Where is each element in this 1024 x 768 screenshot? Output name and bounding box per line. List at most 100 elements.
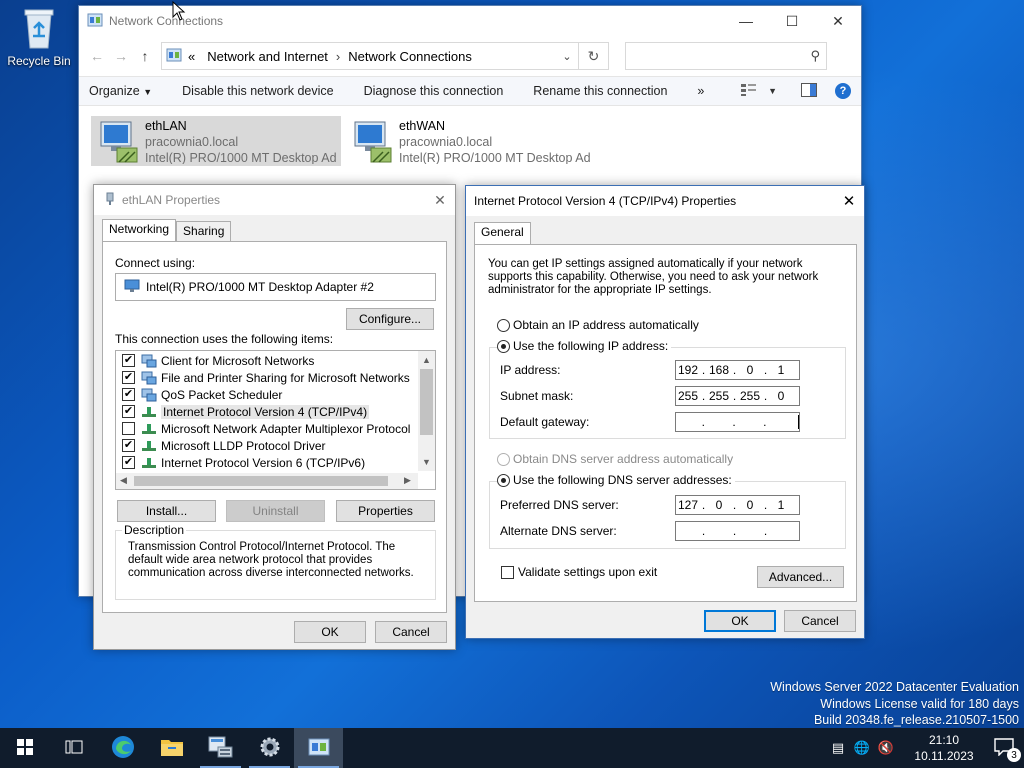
list-item[interactable]: ✔ Client for Microsoft Networks [122,352,314,369]
preview-pane-icon[interactable] [801,82,817,100]
uninstall-button[interactable]: Uninstall [226,500,325,522]
item-checkbox[interactable]: ✔ [122,354,135,367]
taskbar: ▤ 🌐 🔇 21:10 10.11.2023 3 [0,728,1024,768]
address-bar[interactable]: « Network and Internet › Network Connect… [161,42,579,70]
configure-button[interactable]: Configure... [346,308,434,330]
item-checkbox[interactable]: ✔ [122,388,135,401]
items-vertical-scrollbar[interactable]: ▲ ▼ [418,351,435,471]
list-item[interactable]: ✔ Internet Protocol Version 6 (TCP/IPv6) [122,454,365,471]
items-horizontal-scrollbar[interactable]: ◀ ▶ [116,473,418,489]
item-checkbox[interactable] [122,422,135,435]
props-close-button[interactable]: ✕ [425,192,455,209]
server-manager-button[interactable] [196,728,245,768]
clock[interactable]: 21:10 10.11.2023 [904,732,984,764]
default-gateway-input[interactable]: ... [675,412,800,432]
install-button[interactable]: Install... [117,500,216,522]
adapter-field: Intel(R) PRO/1000 MT Desktop Adapter #2 [115,273,436,301]
minimize-button[interactable]: — [723,6,769,36]
ip-address-input[interactable]: 192. 168. 0. 1 [675,360,800,380]
breadcrumb-prefix[interactable]: « [188,49,195,64]
mouse-cursor-icon [172,0,186,24]
start-button[interactable] [0,728,49,768]
subnet-mask-input[interactable]: 255. 255. 255. 0 [675,386,800,406]
help-icon[interactable]: ? [835,83,851,99]
list-item[interactable]: ✔ QoS Packet Scheduler [122,386,282,403]
item-checkbox[interactable]: ✔ [122,439,135,452]
breadcrumb-network-internet[interactable]: Network and Internet [207,49,328,64]
network-client-icon [141,388,157,402]
adapter-device: Intel(R) PRO/1000 MT Desktop Ad... [145,151,337,164]
obtain-ip-auto-radio[interactable]: Obtain an IP address automatically [497,318,699,332]
item-checkbox[interactable]: ✔ [122,371,135,384]
protocol-icon [141,405,157,419]
description-text: Transmission Control Protocol/Internet P… [128,541,414,579]
ipv4-titlebar[interactable]: Internet Protocol Version 4 (TCP/IPv4) P… [466,186,864,216]
scroll-up-icon[interactable]: ▲ [422,355,431,365]
ipv4-close-button[interactable]: ✕ [834,192,864,210]
back-arrow-icon[interactable]: ← [85,48,109,64]
address-dropdown-icon[interactable]: ⌄ [556,50,578,63]
gear-icon [259,736,281,761]
more-commands-button[interactable]: » [697,84,704,98]
list-item[interactable]: ✔ Internet Protocol Version 4 (TCP/IPv4) [122,403,370,420]
breadcrumb-separator-icon[interactable]: › [336,49,340,64]
use-following-dns-radio[interactable]: Use the following DNS server addresses: [497,473,735,487]
item-label: QoS Packet Scheduler [161,387,283,402]
list-item[interactable]: Microsoft Network Adapter Multiplexor Pr… [122,420,410,437]
network-connections-taskbar-button[interactable] [294,728,343,768]
search-input[interactable]: ⚲ [625,42,827,70]
task-view-button[interactable] [49,728,98,768]
tab-general[interactable]: General [474,222,531,244]
maximize-button[interactable]: ☐ [769,6,815,36]
notification-center-button[interactable]: 3 [984,728,1024,768]
change-view-icon[interactable] [740,83,758,100]
breadcrumb-network-connections[interactable]: Network Connections [348,49,472,64]
adapter-ethlan[interactable]: ethLAN pracownia0.local Intel(R) PRO/100… [91,116,341,166]
diagnose-connection-button[interactable]: Diagnose this connection [364,84,504,98]
use-following-ip-radio[interactable]: Use the following IP address: [497,339,672,353]
props-cancel-button[interactable]: Cancel [375,621,447,643]
adapter-ethwan[interactable]: ethWAN pracownia0.local Intel(R) PRO/100… [345,116,595,166]
scrollbar-thumb[interactable] [134,476,388,486]
rename-connection-button[interactable]: Rename this connection [533,84,667,98]
props-titlebar[interactable]: ethLAN Properties ✕ [94,185,455,215]
network-tray-icon[interactable]: ▤ [826,740,850,756]
scroll-left-icon[interactable]: ◀ [120,475,127,486]
recycle-bin[interactable]: Recycle Bin [4,6,74,68]
item-checkbox[interactable]: ✔ [122,405,135,418]
tab-sharing[interactable]: Sharing [176,221,232,241]
file-explorer-button[interactable] [147,728,196,768]
edge-button[interactable] [98,728,147,768]
settings-button[interactable] [245,728,294,768]
advanced-button[interactable]: Advanced... [757,566,844,588]
close-button[interactable]: ✕ [815,6,861,36]
forward-arrow-icon[interactable]: → [109,48,133,64]
view-dropdown-icon[interactable]: ▼ [768,86,777,96]
globe-icon[interactable]: 🌐 [850,740,874,756]
list-item[interactable]: ✔ File and Printer Sharing for Microsoft … [122,369,410,386]
preferred-dns-input[interactable]: 127. 0. 0. 1 [675,495,800,515]
ip-address-label: IP address: [500,363,561,377]
command-bar: Organize ▼ Disable this network device D… [79,76,861,106]
item-checkbox[interactable]: ✔ [122,456,135,469]
list-item[interactable]: ✔ Microsoft LLDP Protocol Driver [122,437,326,454]
validate-settings-checkbox[interactable]: Validate settings upon exit [501,565,657,579]
scrollbar-thumb[interactable] [420,369,433,435]
up-arrow-icon[interactable]: ↑ [133,48,157,64]
items-list[interactable]: ✔ Client for Microsoft Networks ✔ File and … [115,350,436,490]
volume-muted-icon[interactable]: 🔇 [874,740,898,756]
nc-titlebar[interactable]: Network Connections — ☐ ✕ [79,6,861,36]
disable-device-button[interactable]: Disable this network device [182,84,333,98]
properties-button[interactable]: Properties [336,500,435,522]
obtain-dns-auto-radio[interactable]: Obtain DNS server address automatically [497,452,733,466]
ipv4-cancel-button[interactable]: Cancel [784,610,856,632]
scroll-right-icon[interactable]: ▶ [404,475,411,486]
ipv4-ok-button[interactable]: OK [704,610,776,632]
props-ok-button[interactable]: OK [294,621,366,643]
refresh-button[interactable]: ↻ [579,42,609,70]
refresh-icon: ↻ [587,47,600,64]
scroll-down-icon[interactable]: ▼ [422,457,431,467]
tab-networking[interactable]: Networking [102,219,177,241]
alternate-dns-input[interactable]: ... [675,521,800,541]
organize-menu[interactable]: Organize ▼ [89,84,152,98]
